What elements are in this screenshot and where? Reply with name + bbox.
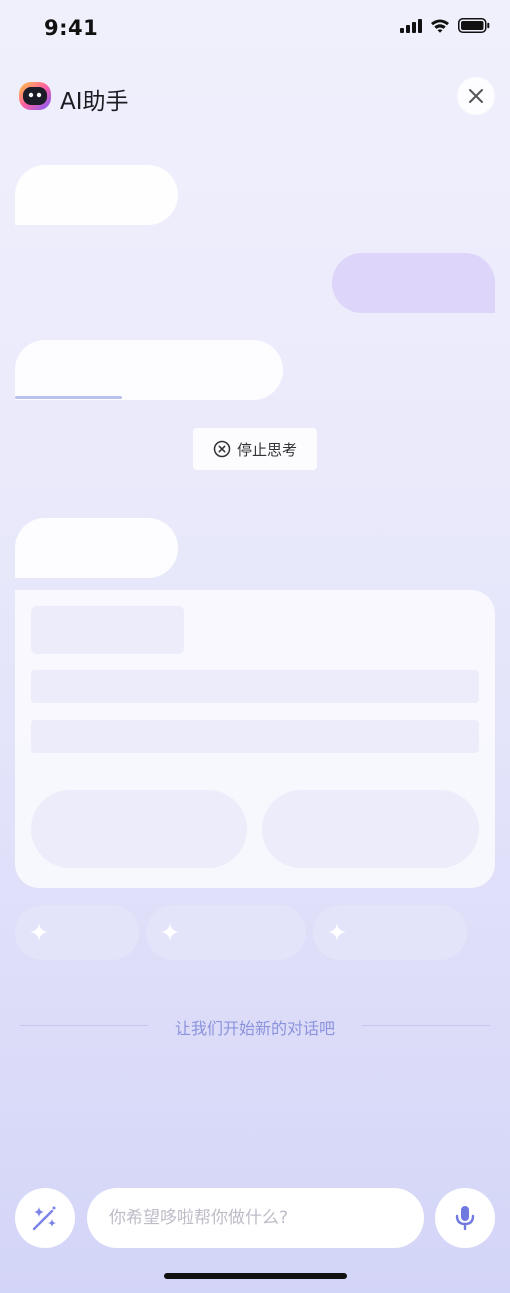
thinking-progress-bar <box>15 396 283 399</box>
home-indicator <box>164 1273 347 1279</box>
user-message-bubble <box>332 253 495 313</box>
sparkle-icon <box>161 923 179 941</box>
assistant-message-bubble <box>15 165 178 225</box>
skeleton-button <box>31 790 247 868</box>
sparkle-icon <box>328 923 346 941</box>
status-icons <box>400 18 490 33</box>
battery-icon <box>458 18 490 33</box>
close-button[interactable] <box>457 77 495 115</box>
header: AI助手 <box>0 70 510 122</box>
robot-face-logo <box>19 82 51 110</box>
loading-card <box>15 590 495 888</box>
voice-input-button[interactable] <box>435 1188 495 1248</box>
suggestion-chip[interactable] <box>313 905 467 960</box>
new-conversation-divider: 让我们开始新的对话吧 <box>174 1019 335 1038</box>
suggestion-chip[interactable] <box>146 905 306 960</box>
circle-x-icon <box>213 440 231 458</box>
app-title: AI助手 <box>60 89 129 115</box>
signal-icon <box>400 18 422 33</box>
assistant-message-bubble <box>15 518 178 578</box>
microphone-icon <box>455 1206 475 1231</box>
stop-thinking-label: 停止思考 <box>236 440 297 459</box>
skeleton-button <box>262 790 479 868</box>
divider-line <box>20 1025 148 1026</box>
suggestion-chip[interactable] <box>15 905 139 960</box>
skeleton-title <box>31 606 184 654</box>
status-time: 9:41 <box>44 16 99 40</box>
sparkle-icon <box>30 923 48 941</box>
thinking-progress-fill <box>15 396 123 399</box>
divider-line <box>362 1025 490 1026</box>
wifi-icon <box>431 19 449 33</box>
magic-wand-icon <box>32 1206 56 1231</box>
stop-thinking-button[interactable]: 停止思考 <box>193 428 317 470</box>
magic-button[interactable] <box>15 1188 75 1248</box>
close-icon <box>469 89 483 103</box>
message-input[interactable] <box>87 1188 424 1248</box>
assistant-thinking-bubble <box>15 340 283 400</box>
status-bar: 9:41 <box>0 0 510 58</box>
skeleton-line <box>31 720 479 753</box>
skeleton-line <box>31 670 479 703</box>
